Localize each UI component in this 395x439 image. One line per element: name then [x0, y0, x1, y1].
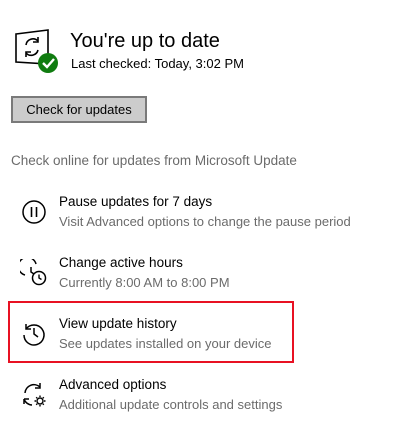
advanced-options-icon: [20, 381, 48, 409]
status-title: You're up to date: [70, 30, 220, 52]
history-icon: [20, 320, 48, 348]
option-description: Visit Advanced options to change the pau…: [59, 214, 351, 229]
option-title: Advanced options: [59, 377, 167, 392]
active-hours-icon: [17, 256, 48, 287]
option-title: View update history: [59, 316, 177, 331]
check-online-link[interactable]: Check online for updates from Microsoft …: [11, 153, 297, 168]
option-description: See updates installed on your device: [59, 336, 272, 351]
option-view-update-history[interactable]: View update history See updates installe…: [12, 310, 342, 356]
pause-icon: [20, 198, 48, 226]
option-title: Pause updates for 7 days: [59, 194, 213, 209]
option-advanced-options[interactable]: Advanced options Additional update contr…: [12, 371, 342, 417]
option-description: Additional update controls and settings: [59, 397, 283, 412]
check-for-updates-button[interactable]: Check for updates: [11, 96, 147, 123]
last-checked-text: Last checked: Today, 3:02 PM: [71, 56, 244, 71]
option-description: Currently 8:00 AM to 8:00 PM: [59, 275, 230, 290]
option-active-hours[interactable]: Change active hours Currently 8:00 AM to…: [12, 249, 342, 295]
option-pause-updates[interactable]: Pause updates for 7 days Visit Advanced …: [12, 188, 351, 234]
update-status-icon: [10, 26, 62, 74]
option-title: Change active hours: [59, 255, 183, 270]
